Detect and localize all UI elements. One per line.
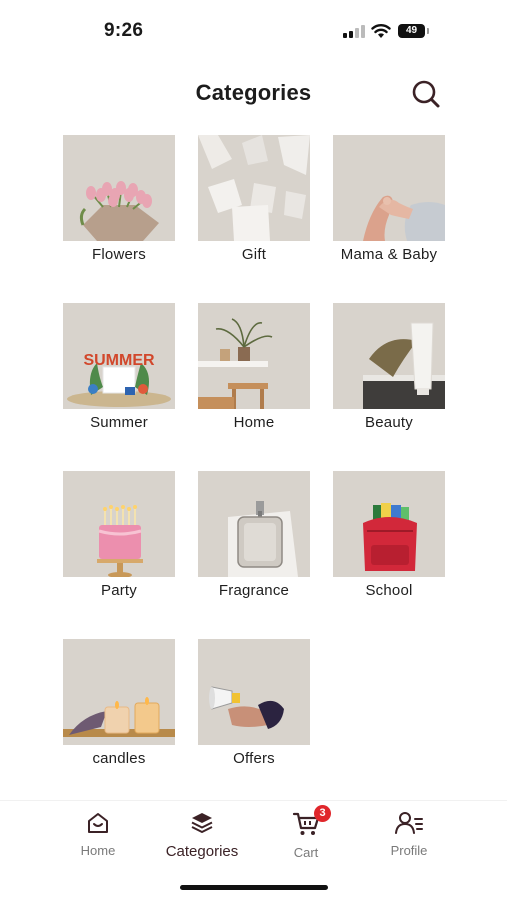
nav-label-home: Home [80, 843, 116, 858]
status-time: 9:26 [104, 20, 144, 41]
category-tile-mama-baby[interactable]: Mama & Baby [333, 135, 445, 263]
category-label: Mama & Baby [340, 246, 438, 263]
bottom-nav: Home Categories 3 Cart Profile [0, 800, 507, 868]
flowers-image [63, 135, 175, 241]
nav-label-categories: Categories [165, 843, 239, 860]
category-tile-candles[interactable]: candles [63, 639, 175, 767]
category-label: School [365, 582, 413, 599]
category-label: Flowers [92, 246, 146, 263]
category-tile-school[interactable]: School [333, 471, 445, 599]
category-tile-home[interactable]: Home [198, 303, 310, 431]
category-label: Home [233, 414, 275, 431]
summer-text: SUMMER [83, 352, 155, 369]
category-label: Fragrance [218, 582, 290, 599]
signal-icon [343, 25, 365, 38]
beauty-image [333, 303, 445, 409]
layers-icon [191, 813, 213, 833]
search-icon [412, 80, 440, 108]
fragrance-image [198, 471, 310, 577]
category-tile-offers[interactable]: Offers [198, 639, 310, 767]
school-image [333, 471, 445, 577]
category-tile-flowers[interactable]: Flowers [63, 135, 175, 263]
summer-image: SUMMER [63, 303, 175, 409]
category-label: Offers [233, 750, 275, 767]
home-image [198, 303, 310, 409]
category-label: Party [100, 582, 137, 599]
category-tile-fragrance[interactable]: Fragrance [198, 471, 310, 599]
category-tile-gift[interactable]: Gift [198, 135, 310, 263]
battery-icon: 49 [398, 24, 429, 38]
status-bar: 9:26 49 [0, 0, 507, 62]
cart-badge: 3 [314, 805, 331, 822]
wifi-icon [371, 24, 391, 38]
nav-item-profile[interactable]: Profile [364, 811, 454, 858]
categories-screen: 9:26 49 Categories Flowers Gift Mama & B… [0, 0, 507, 900]
nav-label-profile: Profile [390, 843, 428, 858]
search-button[interactable] [409, 77, 443, 111]
nav-item-categories[interactable]: Categories [157, 811, 247, 860]
mama-baby-image [333, 135, 445, 241]
nav-item-cart[interactable]: 3 Cart [261, 805, 351, 860]
party-image [63, 471, 175, 577]
nav-label-cart: Cart [293, 845, 319, 860]
offers-image [198, 639, 310, 745]
gift-image [198, 135, 310, 241]
category-label: Summer [90, 414, 148, 431]
category-label: Beauty [365, 414, 413, 431]
category-tile-summer[interactable]: SUMMER Summer [63, 303, 175, 431]
nav-item-home[interactable]: Home [53, 811, 143, 858]
profile-icon [395, 812, 423, 834]
category-label: Gift [241, 246, 267, 263]
category-label: candles [92, 750, 146, 767]
home-indicator [180, 885, 328, 890]
candles-image [63, 639, 175, 745]
category-tile-beauty[interactable]: Beauty [333, 303, 445, 431]
home-icon [88, 813, 108, 833]
category-tile-party[interactable]: Party [63, 471, 175, 599]
